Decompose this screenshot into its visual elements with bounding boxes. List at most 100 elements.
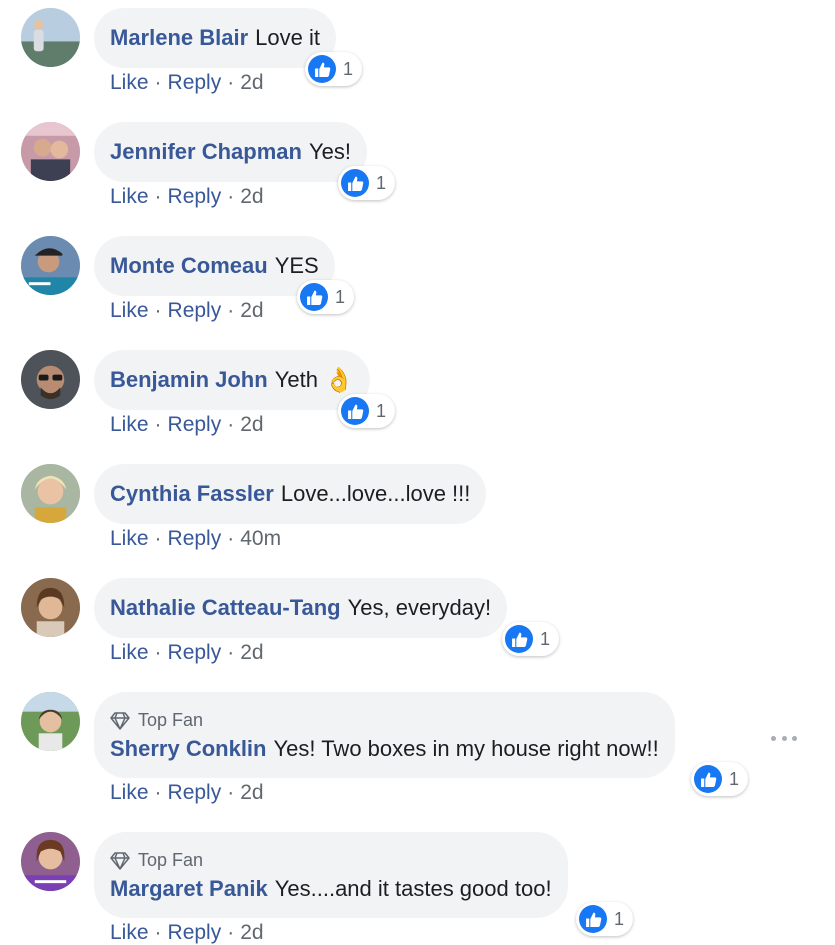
reply-link[interactable]: Reply [168,641,222,664]
like-link[interactable]: Like [110,299,149,322]
like-icon [694,765,722,793]
comment-actions: Like · Reply · 2d [110,921,264,945]
reaction-badge[interactable]: 1 [305,52,363,86]
timestamp[interactable]: 40m [240,527,281,550]
comment-text: Yes....and it tastes good too! [274,876,552,901]
like-link[interactable]: Like [110,413,149,436]
timestamp[interactable]: 2d [240,299,263,322]
avatar[interactable] [21,8,80,67]
separator: · [227,921,235,944]
separator: · [154,71,162,94]
like-icon [300,283,328,311]
separator: · [154,921,162,944]
separator: · [154,781,162,804]
author-name[interactable]: Margaret Panik [110,876,268,902]
diamond-icon [110,711,130,730]
timestamp[interactable]: 2d [240,185,263,208]
reply-link[interactable]: Reply [168,921,222,944]
reaction-badge[interactable]: 1 [691,762,749,796]
author-name[interactable]: Benjamin John [110,367,268,393]
avatar[interactable] [21,578,80,637]
reaction-badge[interactable]: 1 [338,394,396,428]
reaction-count: 1 [540,628,551,649]
author-name[interactable]: Cynthia Fassler [110,481,274,507]
comment-text: Yeth [274,367,318,392]
top-fan-label: Top Fan [138,850,204,870]
reaction-badge[interactable]: 1 [576,902,634,936]
separator: · [227,641,235,664]
reaction-badge[interactable]: 1 [502,622,560,656]
timestamp[interactable]: 2d [240,71,263,94]
comment-text: YES [274,253,319,278]
author-name[interactable]: Monte Comeau [110,253,268,279]
top-fan-badge[interactable]: Top Fan [110,850,203,871]
separator: · [227,781,235,804]
like-link[interactable]: Like [110,641,149,664]
reply-link[interactable]: Reply [168,71,222,94]
ok-hand-emoji: 👌 [323,366,354,394]
diamond-icon [110,851,130,870]
comment-actions: Like · Reply · 2d [110,185,264,209]
comment-bubble: Marlene Blair Love it [94,8,336,68]
like-link[interactable]: Like [110,71,149,94]
comment-actions: Like · Reply · 2d [110,71,264,95]
like-link[interactable]: Like [110,527,149,550]
like-icon [308,55,336,83]
reply-link[interactable]: Reply [168,781,222,804]
comment-actions: Like · Reply · 2d [110,299,264,323]
timestamp[interactable]: 2d [240,641,263,664]
avatar[interactable] [21,464,80,523]
reaction-badge[interactable]: 1 [338,166,396,200]
comment-text: Love...love...love !!! [280,481,471,506]
timestamp[interactable]: 2d [240,781,263,804]
more-options-icon[interactable] [771,731,797,745]
reply-link[interactable]: Reply [168,527,222,550]
reaction-count: 1 [614,908,625,929]
avatar[interactable] [21,350,80,409]
comment-actions: Like · Reply · 2d [110,413,264,437]
comment-actions: Like · Reply · 40m [110,527,281,551]
separator: · [227,185,235,208]
reply-link[interactable]: Reply [168,413,222,436]
comment-text: Yes, everyday! [347,595,492,620]
comment-text: Yes! Two boxes in my house right now!! [273,736,659,761]
comment-actions: Like · Reply · 2d [110,641,264,665]
like-icon [579,905,607,933]
top-fan-badge[interactable]: Top Fan [110,710,203,731]
separator: · [227,413,235,436]
author-name[interactable]: Nathalie Catteau-Tang [110,595,341,621]
reply-link[interactable]: Reply [168,299,222,322]
comment-bubble: Benjamin John Yeth 👌 [94,350,370,410]
comment-bubble: Top Fan Sherry Conklin Yes! Two boxes in… [94,692,675,778]
avatar[interactable] [21,236,80,295]
like-link[interactable]: Like [110,921,149,944]
separator: · [227,527,235,550]
reply-link[interactable]: Reply [168,185,222,208]
like-icon [505,625,533,653]
avatar[interactable] [21,692,80,751]
comment-text: Love it [255,25,320,50]
reaction-count: 1 [335,286,346,307]
separator: · [154,641,162,664]
author-name[interactable]: Marlene Blair [110,25,248,51]
reaction-count: 1 [343,58,354,79]
author-name[interactable]: Jennifer Chapman [110,139,302,165]
like-icon [341,169,369,197]
top-fan-label: Top Fan [138,710,204,730]
comment-bubble: Jennifer Chapman Yes! [94,122,367,182]
avatar[interactable] [21,832,80,891]
timestamp[interactable]: 2d [240,413,263,436]
avatar[interactable] [21,122,80,181]
like-icon [341,397,369,425]
comment-text: Yes! [308,139,351,164]
reaction-count: 1 [376,172,387,193]
like-link[interactable]: Like [110,781,149,804]
author-name[interactable]: Sherry Conklin [110,736,266,762]
like-link[interactable]: Like [110,185,149,208]
reaction-count: 1 [376,400,387,421]
timestamp[interactable]: 2d [240,921,263,944]
comment-bubble: Nathalie Catteau-Tang Yes, everyday! [94,578,508,638]
separator: · [154,299,162,322]
separator: · [154,185,162,208]
reaction-badge[interactable]: 1 [297,280,355,314]
